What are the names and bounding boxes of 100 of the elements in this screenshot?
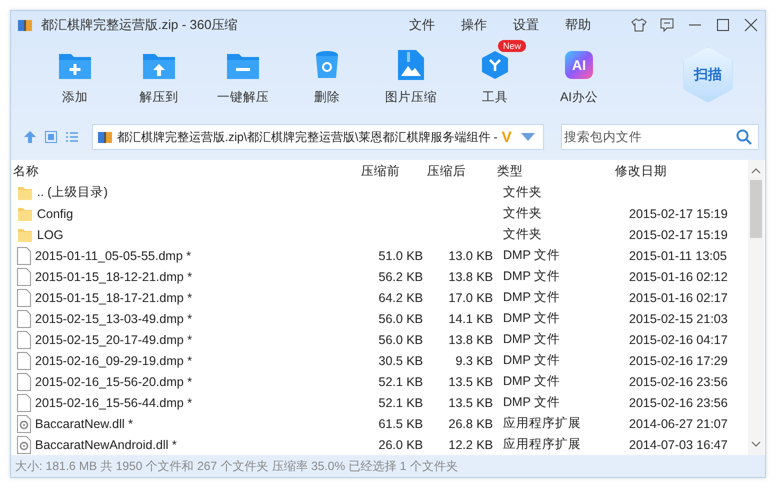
file-name[interactable]: 2015-02-15_20-17-49.dmp * (35, 332, 192, 347)
table-cell-text: 13.5 KB (448, 396, 494, 410)
menu-item[interactable]: 帮助 (559, 14, 597, 36)
table-cell-text: 13.8 KB (448, 332, 494, 347)
file-name[interactable]: 2015-01-15_18-12-21.dmp * (35, 270, 192, 284)
file-name[interactable]: .. (上级目录) (37, 184, 108, 202)
scroll-down-icon[interactable] (751, 441, 761, 448)
toolbar-button[interactable]: 一键解压 (201, 36, 285, 110)
ai-icon: AI (565, 50, 593, 79)
table-cell-text: DMP 文件 (502, 331, 562, 348)
table-cell-text: 26.8 KB (448, 416, 494, 431)
thumbnail-view-icon[interactable] (44, 130, 58, 144)
scan-button[interactable]: 扫描 (683, 46, 733, 103)
table-cell-text: 文件夹 (502, 205, 543, 222)
table-cell-text: 文件夹 (502, 184, 543, 202)
dropdown-arrow-icon[interactable] (521, 133, 535, 142)
file-name[interactable]: BaccaratNew.dll * (35, 416, 133, 431)
column-header[interactable]: 类型 (495, 162, 613, 180)
table-cell-text: DMP 文件 (502, 373, 562, 390)
column-header[interactable]: 压缩后 (425, 162, 495, 180)
file-name[interactable]: 2015-01-11_05-05-55.dmp * (35, 248, 192, 263)
column-header[interactable]: 名称 (11, 162, 359, 180)
toolbar-button[interactable]: 删除 (285, 36, 369, 110)
hexagon-icon (480, 50, 510, 80)
table-cell-text: 12.2 KB (448, 438, 494, 452)
toolbar-button[interactable]: 添加 (33, 36, 117, 110)
menu-item[interactable]: 设置 (507, 14, 545, 36)
table-cell-text: 2015-01-16 02:12 (628, 270, 729, 284)
table-cell-text: 56.0 KB (378, 312, 424, 326)
table-cell-text: 13.0 KB (448, 248, 494, 263)
folder-icon (17, 184, 33, 201)
table-cell-text: DMP 文件 (502, 289, 562, 306)
folder-icon (17, 226, 33, 243)
file-icon (17, 372, 31, 391)
chat-icon[interactable] (659, 16, 675, 33)
file-name[interactable]: LOG (37, 228, 64, 242)
file-name[interactable]: Config (37, 206, 74, 221)
table-cell-text: DMP 文件 (502, 394, 562, 412)
file-icon (17, 352, 31, 370)
table-cell-text: 2015-01-16 02:17 (628, 290, 729, 305)
column-header[interactable]: 压缩前 (359, 162, 425, 180)
table-cell-text: 56.2 KB (378, 270, 424, 284)
table-cell-text: 13.5 KB (448, 374, 494, 389)
table-cell-text: DMP 文件 (502, 352, 562, 370)
path-field[interactable]: 都汇棋牌完整运营版.zip\都汇棋牌完整运营版\莱恩都汇棋牌服务端组件 - V (92, 124, 544, 150)
maximize-icon[interactable] (715, 16, 731, 33)
file-name[interactable]: 2015-02-16_15-56-44.dmp * (35, 396, 192, 410)
file-name[interactable]: 2015-01-15_18-17-21.dmp * (35, 290, 192, 305)
table-cell-text: 26.0 KB (378, 438, 424, 452)
file-icon (17, 268, 31, 286)
file-icon (17, 310, 31, 328)
table-cell-text: 61.5 KB (378, 416, 424, 431)
close-icon[interactable] (743, 16, 759, 33)
file-icon (17, 330, 31, 349)
table-cell-text: 2015-02-16 23:56 (628, 396, 729, 410)
image-file-icon (398, 50, 424, 80)
file-name[interactable]: 2015-02-15_13-03-49.dmp * (35, 312, 192, 326)
table-cell-text: 14.1 KB (448, 312, 494, 326)
table-cell-text: 52.1 KB (378, 374, 424, 389)
table-cell-text: 51.0 KB (378, 248, 424, 263)
table-cell-text: DMP 文件 (502, 268, 562, 286)
toolbar-button[interactable]: 解压到 (117, 36, 201, 110)
trash-icon (315, 50, 339, 80)
table-cell-text: 13.8 KB (448, 270, 494, 284)
table-cell-text: 2015-01-11 13:05 (628, 248, 728, 263)
file-icon (17, 288, 31, 307)
table-cell-text: 2015-02-15 21:03 (628, 312, 729, 326)
toolbar-button[interactable]: 图片压缩 (369, 36, 453, 110)
table-cell-text: 应用程序扩展 (502, 415, 582, 432)
table-cell-text: 2015-02-16 04:17 (628, 332, 729, 347)
file-icon (17, 394, 31, 412)
file-name[interactable]: BaccaratNewAndroid.dll * (35, 438, 177, 452)
status-text: 大小: 181.6 MB 共 1950 个文件和 267 个文件夹 压缩率 35.0% 已经选择 1 个文件夹 (15, 458, 458, 475)
scrollbar[interactable] (748, 160, 764, 456)
search-field[interactable]: 搜索包内文件 (561, 124, 759, 150)
archive-icon (97, 129, 113, 146)
table-cell-text: 2015-02-16 23:56 (628, 374, 729, 389)
dll-file-icon (17, 414, 31, 433)
file-name[interactable]: 2015-02-16_09-29-19.dmp * (35, 354, 192, 368)
path-text: 都汇棋牌完整运营版.zip\都汇棋牌完整运营版\莱恩都汇棋牌服务端组件 - (117, 128, 498, 146)
table-cell-text: 52.1 KB (378, 396, 424, 410)
table-cell-text: 17.0 KB (448, 290, 494, 305)
table-cell-text: 应用程序扩展 (502, 436, 582, 454)
table-cell-text: DMP 文件 (502, 247, 562, 264)
toolbar-button[interactable]: AI AI办公 (537, 36, 621, 110)
folder-icon (17, 206, 33, 222)
menu-item[interactable]: 文件 (403, 14, 441, 36)
scroll-thumb[interactable] (750, 180, 762, 238)
table-cell-text: 30.5 KB (378, 354, 424, 368)
toolbar-button[interactable]: New 工具 (453, 36, 537, 110)
search-icon[interactable] (736, 129, 752, 146)
column-header[interactable]: 修改日期 (613, 162, 733, 180)
file-name[interactable]: 2015-02-16_15-56-20.dmp * (35, 374, 192, 389)
table-cell-text: 56.0 KB (378, 332, 424, 347)
shirt-icon[interactable] (631, 16, 647, 33)
window-title: 都汇棋牌完整运营版.zip - 360压缩 (41, 16, 238, 34)
scroll-up-icon[interactable] (751, 168, 761, 174)
table-cell-text: 2014-06-27 21:07 (628, 416, 729, 431)
table-cell-text: DMP 文件 (502, 310, 562, 328)
menu-item[interactable]: 操作 (455, 14, 493, 36)
